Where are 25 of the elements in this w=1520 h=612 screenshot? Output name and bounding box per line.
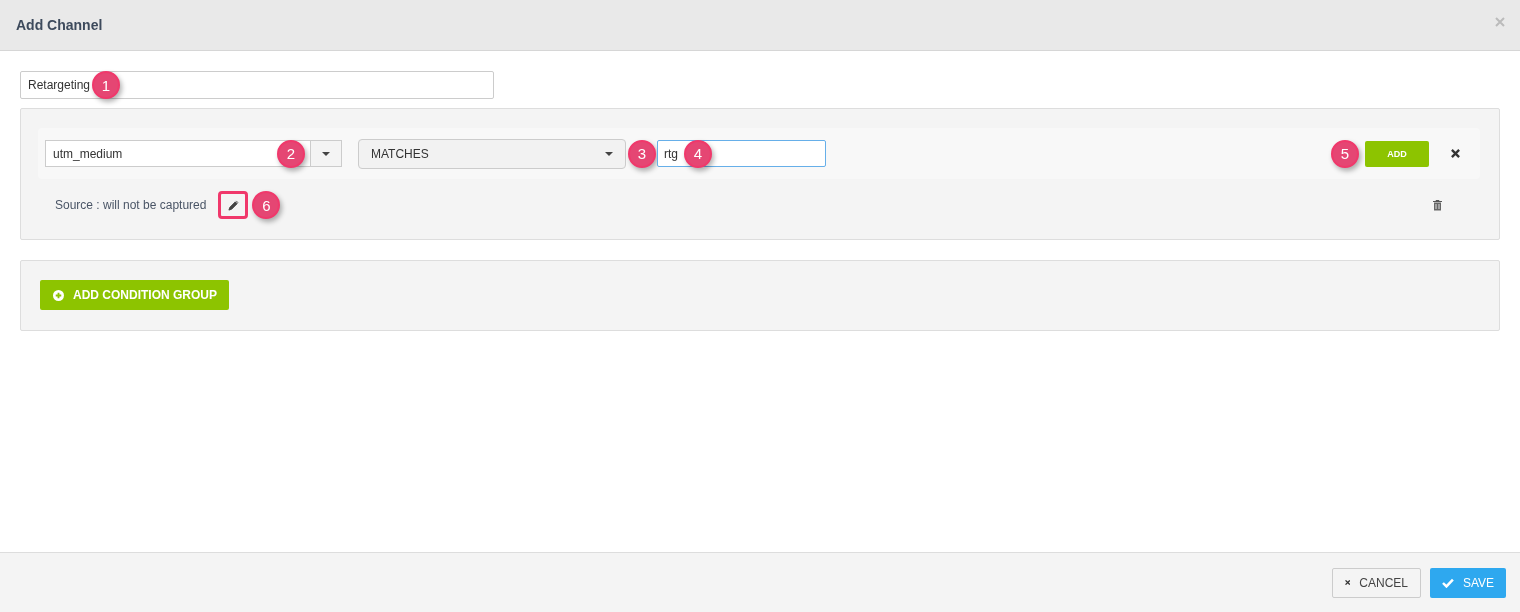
callout-badge: 3 bbox=[628, 139, 656, 168]
value-text-input[interactable]: rtg bbox=[664, 141, 684, 166]
caret-icon bbox=[605, 151, 613, 156]
window-title: Add Channel bbox=[16, 17, 103, 33]
name-field[interactable]: Retargeting 1 bbox=[20, 71, 494, 99]
callout-badge: 5 bbox=[1331, 139, 1359, 168]
trash-icon[interactable] bbox=[1433, 199, 1442, 211]
check-icon bbox=[1442, 577, 1454, 588]
field-input[interactable]: utm_medium 2 bbox=[45, 140, 310, 167]
cancel-button[interactable]: CANCEL bbox=[1332, 567, 1421, 598]
pencil-icon bbox=[227, 199, 239, 211]
name-input[interactable]: Retargeting bbox=[28, 72, 92, 98]
source-text: Source : will not be captured bbox=[55, 198, 207, 212]
field-text-input[interactable]: utm_medium bbox=[53, 141, 277, 166]
callout-badge: 2 bbox=[277, 139, 305, 168]
value-input[interactable]: rtg 4 bbox=[657, 140, 826, 167]
edit-button[interactable] bbox=[218, 191, 249, 219]
remove-icon[interactable] bbox=[1451, 149, 1460, 158]
callout-badge: 4 bbox=[684, 139, 712, 168]
operator-select[interactable]: MATCHES bbox=[358, 138, 626, 169]
callout-badge: 1 bbox=[92, 71, 120, 99]
close-icon bbox=[1345, 578, 1351, 587]
caret-icon bbox=[322, 151, 330, 156]
callout-badge: 6 bbox=[252, 191, 281, 219]
plus-circle-icon bbox=[53, 289, 64, 301]
